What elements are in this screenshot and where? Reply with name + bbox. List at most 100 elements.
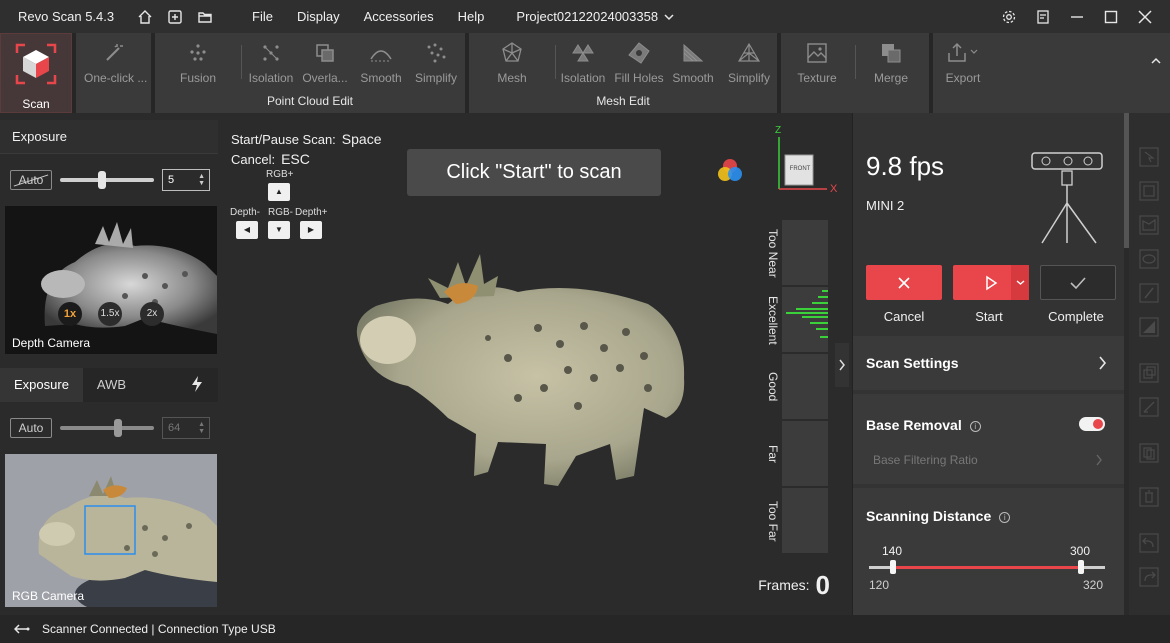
edit-icon[interactable] (1139, 397, 1159, 417)
status-bar: Scanner Connected | Connection Type USB (0, 615, 1170, 643)
complete-button[interactable] (1040, 265, 1116, 300)
pc-isolation-button[interactable]: Isolation (241, 41, 301, 85)
rgb-plus-button[interactable]: ▲ (268, 183, 290, 201)
play-icon (986, 275, 998, 290)
spin-arrows-icon[interactable]: ▲ ▼ (198, 173, 205, 187)
brush-icon[interactable] (1139, 283, 1159, 303)
slider-thumb[interactable] (98, 171, 106, 189)
export-button[interactable]: Export (933, 41, 993, 85)
depth-exposure-slider[interactable] (60, 171, 154, 189)
close-icon[interactable] (1128, 0, 1162, 33)
spin-arrows-icon[interactable]: ▲ ▼ (198, 421, 205, 435)
cancel-button[interactable] (866, 265, 942, 300)
depth-exposure-input[interactable]: 5 ▲ ▼ (162, 169, 210, 191)
one-click-button[interactable]: One-click ... (84, 41, 147, 85)
tab-exposure[interactable]: Exposure (0, 368, 83, 402)
flash-icon[interactable] (190, 376, 204, 392)
duplicate-icon[interactable] (1139, 443, 1159, 463)
depth-minus-button[interactable]: ◀ (236, 221, 258, 239)
start-button[interactable] (953, 265, 1029, 300)
tab-awb[interactable]: AWB (83, 368, 140, 402)
minimize-icon[interactable] (1060, 0, 1094, 33)
start-options-dropdown[interactable] (1011, 265, 1029, 300)
smooth-icon (370, 50, 392, 62)
undo-icon[interactable] (1139, 533, 1159, 553)
scanning-distance-slider[interactable] (869, 560, 1105, 574)
range-low-value: 140 (882, 544, 903, 558)
scan-settings-row[interactable]: Scan Settings (853, 336, 1125, 390)
fusion-button[interactable]: Fusion (168, 41, 228, 85)
circle-select-icon[interactable] (1139, 249, 1159, 269)
distance-too-far-label: Too Far (766, 500, 780, 542)
axis-gizmo[interactable]: Z X FRONT (763, 125, 843, 195)
depth-plus-button[interactable]: ▶ (300, 221, 322, 239)
mesh-simplify-button[interactable]: Simplify (719, 41, 779, 85)
lasso-select-icon[interactable] (1139, 215, 1159, 235)
layers-icon[interactable] (1139, 363, 1159, 383)
rect-select-icon[interactable] (1139, 181, 1159, 201)
mesh-isolation-button[interactable]: Isolation (553, 41, 613, 85)
rgb-camera-view: RGB Camera (5, 454, 217, 607)
chevron-right-icon[interactable] (1095, 454, 1103, 466)
range-high-thumb[interactable] (1078, 560, 1085, 574)
view-tools-sidebar (1129, 113, 1170, 615)
gear-icon[interactable] (992, 0, 1026, 33)
folder-icon[interactable] (190, 0, 220, 33)
collapse-ribbon-icon[interactable] (1150, 55, 1162, 67)
texture-button[interactable]: Texture (787, 41, 847, 85)
overlap-button[interactable]: Overla... (295, 41, 355, 85)
info-icon[interactable]: i (969, 421, 981, 432)
main-menu: File Display Accessories Help (240, 0, 496, 33)
depth-auto-button[interactable]: Auto (10, 170, 52, 190)
connection-icon (14, 624, 30, 634)
select-cursor-icon[interactable] (1139, 147, 1159, 167)
axis-x-label: X (830, 183, 838, 195)
axis-z-label: Z (775, 125, 782, 136)
depth-exposure-header: Exposure (0, 120, 218, 154)
menu-display[interactable]: Display (285, 0, 352, 33)
menu-accessories[interactable]: Accessories (352, 0, 446, 33)
rgb-exposure-input[interactable]: 64 ▲ ▼ (162, 417, 210, 439)
menu-help[interactable]: Help (446, 0, 497, 33)
home-icon[interactable] (130, 0, 160, 33)
project-selector[interactable]: Project02122024003358 (516, 9, 674, 24)
zoom-1x-button[interactable]: 1x (58, 302, 82, 326)
mesh-smooth-button[interactable]: Smooth (663, 41, 723, 85)
redo-icon[interactable] (1139, 567, 1159, 587)
menu-file[interactable]: File (240, 0, 285, 33)
delete-icon[interactable] (1139, 487, 1159, 507)
range-low-thumb[interactable] (889, 560, 896, 574)
start-scan-banner: Click "Start" to scan (407, 149, 661, 196)
pc-smooth-button[interactable]: Smooth (351, 41, 411, 85)
maximize-icon[interactable] (1094, 0, 1128, 33)
zoom-1-5x-button[interactable]: 1.5x (98, 302, 122, 326)
slider-thumb[interactable] (114, 419, 122, 437)
rgb-minus-button[interactable]: ▼ (268, 221, 290, 239)
invert-select-icon[interactable] (1139, 317, 1159, 337)
mesh-edit-group: Mesh Isolation Fill Holes Smooth Simplif… (469, 33, 777, 113)
depth-rgb-shortcut-pad: RGB+ ▲ Depth- RGB- Depth+ ◀ ▼ ▶ (228, 169, 338, 244)
mesh-isolation-icon (572, 44, 594, 62)
color-mode-icon[interactable] (715, 156, 745, 186)
window-controls (992, 0, 1162, 33)
base-removal-toggle[interactable] (1079, 417, 1105, 431)
zoom-2x-button[interactable]: 2x (140, 302, 164, 326)
chevron-right-icon (839, 359, 845, 371)
3d-viewport[interactable]: Start/Pause Scan: Space Cancel: ESC RGB+ ▲… (218, 113, 852, 615)
rgb-exposure-controls: Auto 64 ▲ ▼ (0, 402, 218, 454)
info-icon[interactable]: i (999, 512, 1011, 523)
distance-too-near-label: Too Near (766, 228, 780, 278)
scan-button[interactable]: Scan (0, 33, 72, 113)
mesh-button[interactable]: Mesh (482, 41, 542, 85)
rgb-exposure-slider[interactable] (60, 419, 154, 437)
collapse-right-panel-button[interactable] (835, 343, 849, 387)
rgb-auto-button[interactable]: Auto (10, 418, 52, 438)
range-high-value: 300 (1070, 544, 1091, 558)
notes-icon[interactable] (1026, 0, 1060, 33)
fill-holes-button[interactable]: Fill Holes (609, 41, 669, 85)
export-icon (948, 42, 978, 62)
merge-button[interactable]: Merge (861, 41, 921, 85)
new-project-icon[interactable] (160, 0, 190, 33)
pc-simplify-button[interactable]: Simplify (406, 41, 466, 85)
mesh-smooth-icon (683, 43, 704, 62)
